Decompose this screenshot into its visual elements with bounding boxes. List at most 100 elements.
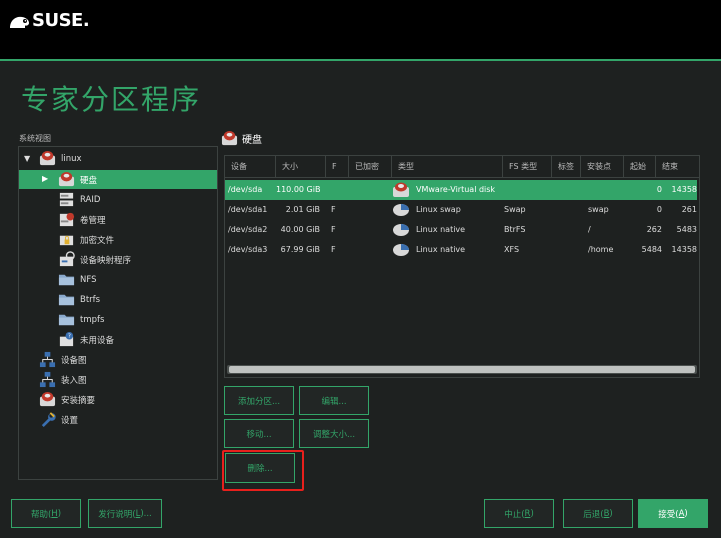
cell-f: F: [331, 205, 336, 214]
tree-item-unused-devices[interactable]: ? 未用设备: [58, 330, 114, 349]
cell-end: 14358: [671, 245, 697, 254]
unused-device-icon: ?: [59, 331, 74, 347]
cell-end: 5483: [676, 225, 697, 234]
tree-item-tmpfs[interactable]: tmpfs: [58, 310, 104, 329]
cell-end: 14358: [671, 185, 697, 194]
cell-mount: /home: [588, 245, 614, 254]
tree-item-label: tmpfs: [80, 314, 105, 325]
cell-fstype: Swap: [504, 205, 526, 214]
encrypted-file-icon: [59, 235, 74, 246]
column-header[interactable]: 类型: [392, 156, 503, 178]
system-view-tree[interactable]: ▼ linux ▶ 硬盘 RAID 卷管理 加密文件 设备映射程序 NFS Bt…: [18, 146, 218, 480]
cell-type: Linux native: [416, 225, 466, 234]
release-notes-button[interactable]: 发行说明(L)...: [88, 499, 162, 528]
tree-item-hard-disks[interactable]: ▶ 硬盘: [19, 170, 217, 189]
cell-type: VMware-Virtual disk: [416, 185, 496, 194]
partition-icon: [393, 204, 409, 216]
tree-item-label: 未用设备: [80, 335, 115, 346]
section-title-text: 硬盘: [242, 135, 262, 146]
back-label: 后退(: [583, 509, 604, 520]
tree-item-label: NFS: [80, 274, 97, 285]
wrench-icon: [41, 412, 56, 428]
edit-button[interactable]: 编辑...: [299, 386, 369, 415]
cell-start: 0: [656, 185, 662, 194]
cell-start: 0: [656, 205, 662, 214]
table-row[interactable]: /dev/sda3 67.99 GiB F Linux native XFS /…: [225, 240, 697, 260]
help-button[interactable]: 帮助(H): [11, 499, 81, 528]
release-notes-label: 发行说明(: [98, 509, 136, 520]
tree-item-label: 卷管理: [80, 215, 106, 226]
tree-item-label: 安装摘要: [61, 395, 96, 406]
cell-f: F: [331, 225, 336, 234]
cell-size: 110.00 GiB: [276, 185, 321, 194]
section-title: 硬盘: [221, 130, 262, 147]
column-header[interactable]: FS 类型: [503, 156, 552, 178]
column-header[interactable]: 安装点: [581, 156, 624, 178]
suse-logo: SUSE.: [8, 10, 90, 31]
highlight-box: [222, 450, 304, 491]
cell-fstype: BtrFS: [504, 225, 526, 234]
cell-device: /dev/sda3: [228, 245, 268, 254]
cell-device: /dev/sda1: [228, 205, 268, 214]
partition-icon: [393, 224, 409, 236]
column-header[interactable]: 设备: [225, 156, 276, 178]
tree-item-raid[interactable]: RAID: [58, 190, 100, 209]
column-header[interactable]: 结束: [656, 156, 697, 178]
svg-text:?: ?: [68, 334, 71, 340]
header-bar: SUSE.: [0, 0, 721, 61]
tree-item-encrypted-files[interactable]: 加密文件: [58, 230, 114, 249]
tree-item-device-graph[interactable]: 设备图: [39, 350, 87, 369]
column-header[interactable]: F: [326, 156, 349, 178]
horizontal-scrollbar[interactable]: [227, 365, 697, 374]
hard-disk-icon: [58, 171, 75, 187]
column-header[interactable]: 大小: [276, 156, 326, 178]
add-partition-button[interactable]: 添加分区...: [224, 386, 294, 415]
tree-item-label: 设置: [61, 415, 79, 426]
cell-type: Linux swap: [416, 205, 461, 214]
hard-disk-icon: [39, 150, 56, 166]
accept-button[interactable]: 接受(A): [638, 499, 708, 528]
partition-table[interactable]: 设备 大小 F 已加密 类型 FS 类型 标签 安装点 起始 结束 /dev/s…: [224, 155, 700, 378]
column-header[interactable]: 已加密: [349, 156, 392, 178]
back-close: ): [609, 508, 613, 519]
cell-mount: /: [588, 225, 591, 234]
table-row[interactable]: /dev/sda 110.00 GiB VMware-Virtual disk …: [225, 180, 697, 200]
expand-arrow-icon[interactable]: ▼: [24, 154, 30, 163]
folder-icon: [58, 294, 75, 306]
abort-button[interactable]: 中止(R): [484, 499, 554, 528]
device-mapper-icon: [59, 251, 75, 267]
system-view-label: 系统视图: [19, 134, 51, 143]
tree-item-device-mapper[interactable]: 设备映射程序: [58, 250, 131, 269]
cell-end: 261: [681, 205, 697, 214]
raid-icon: [59, 192, 74, 207]
tree-item-nfs[interactable]: NFS: [58, 270, 97, 289]
tree-item-mount-graph[interactable]: 装入图: [39, 370, 87, 389]
back-button[interactable]: 后退(B): [563, 499, 633, 528]
folder-icon: [58, 274, 75, 286]
move-button[interactable]: 移动...: [224, 419, 294, 448]
cell-type: Linux native: [416, 245, 466, 254]
help-close: ): [57, 508, 62, 519]
tree-item-linux[interactable]: linux: [39, 149, 82, 168]
tree-item-settings[interactable]: 设置: [39, 410, 78, 429]
scrollbar-thumb[interactable]: [229, 366, 695, 373]
resize-button[interactable]: 调整大小...: [299, 419, 369, 448]
logo-text: SUSE.: [32, 10, 90, 31]
tree-item-installation-summary[interactable]: 安装摘要: [39, 390, 95, 409]
tree-item-label: Btrfs: [80, 294, 101, 305]
folder-icon: [58, 314, 75, 326]
abort-close: ): [530, 508, 534, 519]
tree-item-label: linux: [61, 153, 82, 164]
release-notes-suffix: )...: [140, 508, 152, 519]
tree-item-volume-manager[interactable]: 卷管理: [58, 210, 106, 229]
volume-manager-icon: [59, 212, 75, 227]
table-row[interactable]: /dev/sda2 40.00 GiB F Linux native BtrFS…: [225, 220, 697, 240]
tree-item-label: 硬盘: [80, 175, 98, 186]
column-header[interactable]: 标签: [552, 156, 581, 178]
table-row[interactable]: /dev/sda1 2.01 GiB F Linux swap Swap swa…: [225, 200, 697, 220]
expand-arrow-icon[interactable]: ▶: [42, 174, 48, 183]
cell-start: 5484: [641, 245, 662, 254]
column-header[interactable]: 起始: [624, 156, 656, 178]
tree-item-btrfs[interactable]: Btrfs: [58, 290, 100, 309]
device-graph-icon: [39, 351, 56, 368]
